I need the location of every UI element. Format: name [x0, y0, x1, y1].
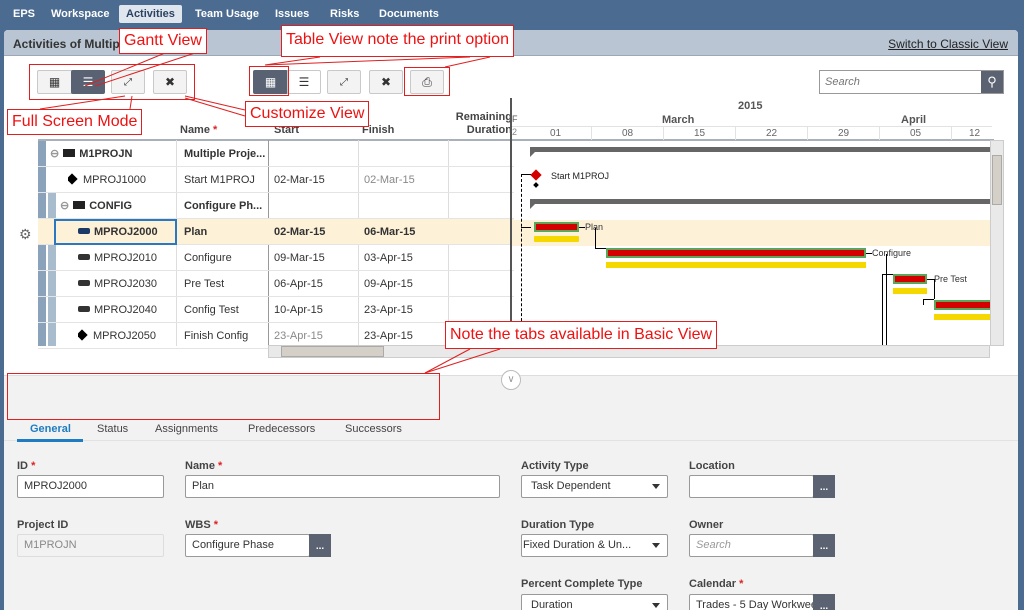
annotation-tabs: Note the tabs available in Basic View: [445, 321, 718, 349]
annotation-table-view: Table View note the print option: [281, 25, 514, 57]
annotation-gantt-view: Gantt View: [119, 28, 207, 54]
annotation-box-gantt-toolbar: [29, 64, 195, 100]
annotation-full-screen: Full Screen Mode: [7, 109, 143, 135]
annotation-box-tabs: [7, 373, 440, 420]
annotation-customize-view: Customize View: [245, 101, 370, 127]
annotation-box-table-view: [249, 66, 289, 96]
annotation-box-print: [404, 67, 450, 96]
